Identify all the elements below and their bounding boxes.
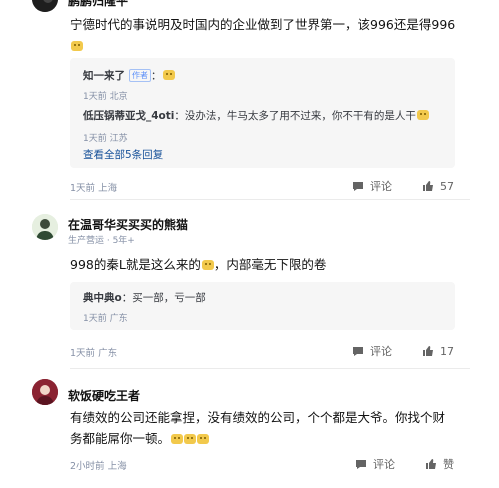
emoji-icon <box>184 434 197 444</box>
comment-content: 有绩效的公司还能拿捏，没有绩效的公司，个个都是大爷。你找个财 务都能屌你一顿。 <box>70 410 446 446</box>
reply-text: 没办法，牛马太多了用不过来，你不干有的是人干 <box>184 110 416 122</box>
emoji-icon <box>201 260 214 270</box>
comment-icon <box>356 459 366 469</box>
comment-item: 鹏鹏归隆平 宁德时代的事说明及时国内的企业做到了世界第一，该996还是得996 … <box>0 0 470 200</box>
reply-box: 知一来了 作者： 1天前 北京 低压锅蒂亚戈_4oti：没办法，牛马太多了用不过来… <box>70 58 455 168</box>
emoji-icon <box>416 110 429 120</box>
comment-icon <box>353 346 363 356</box>
comment-meta: 1天前 上海 <box>70 183 118 194</box>
emoji-icon <box>171 434 184 444</box>
comment-button[interactable]: 评论 <box>352 178 392 194</box>
emoji-icon <box>71 41 83 51</box>
thumbs-up-icon <box>426 459 436 469</box>
like-button[interactable]: 17 <box>422 345 454 358</box>
reply-author[interactable]: 低压锅蒂亚戈_4oti：没办法，牛马太多了用不过来，你不干有的是人干 <box>83 108 429 123</box>
like-button[interactable]: 赞 <box>425 456 454 472</box>
comment-content: 宁德时代的事说明及时国内的企业做到了世界第一，该996还是得996 <box>70 14 460 56</box>
reply-author[interactable]: 知一来了 作者： <box>83 68 175 83</box>
comment-button[interactable]: 评论 <box>352 343 392 359</box>
reply-box: 典中典o：买一部，亏一部 1天前 广东 <box>70 282 455 330</box>
author-tag: 作者 <box>129 69 151 82</box>
thumbs-up-icon <box>423 181 433 191</box>
comment-button[interactable]: 评论 <box>355 456 395 472</box>
reply-meta: 1天前 广东 <box>83 314 128 324</box>
comment-actions: 评论 57 <box>322 178 454 194</box>
reply-meta: 1天前 北京 <box>83 92 128 102</box>
emoji-icon <box>197 434 210 444</box>
emoji-icon <box>162 70 175 80</box>
comment-feed: 鹏鹏归隆平 宁德时代的事说明及时国内的企业做到了世界第一，该996还是得996 … <box>0 0 470 488</box>
avatar[interactable] <box>32 379 58 405</box>
comment-content: 998的秦L就是这么来的 ，内部毫无下限的卷 <box>70 257 327 272</box>
reply-meta: 1天前 江苏 <box>83 134 128 144</box>
avatar[interactable] <box>32 214 58 240</box>
reply-author[interactable]: 典中典o：买一部，亏一部 <box>83 290 206 305</box>
view-all-replies-link[interactable]: 查看全部5条回复 <box>83 147 163 162</box>
comment-item: 软饭硬吃王者 有绩效的公司还能拿捏，没有绩效的公司，个个都是大爷。你找个财 务都… <box>0 369 470 488</box>
comment-author[interactable]: 鹏鹏归隆平 <box>68 0 128 9</box>
comment-icon <box>353 181 363 191</box>
author-badge: 生产营运 · 5年+ <box>68 236 135 246</box>
comment-author[interactable]: 软饭硬吃王者 <box>68 387 140 404</box>
comment-author[interactable]: 在温哥华买买买的熊猫 <box>68 216 188 233</box>
avatar[interactable] <box>32 0 58 12</box>
reply-text: 买一部，亏一部 <box>132 292 206 304</box>
comment-meta: 1天前 广东 <box>70 348 118 359</box>
comment-actions: 评论 17 <box>322 343 454 359</box>
thumbs-up-icon <box>423 346 433 356</box>
comment-meta: 2小时前 上海 <box>70 461 127 472</box>
comment-item: 在温哥华买买买的熊猫 生产营运 · 5年+ 998的秦L就是这么来的 ，内部毫无下… <box>0 200 470 370</box>
like-button[interactable]: 57 <box>422 180 454 193</box>
comment-actions: 评论 赞 <box>325 456 454 472</box>
